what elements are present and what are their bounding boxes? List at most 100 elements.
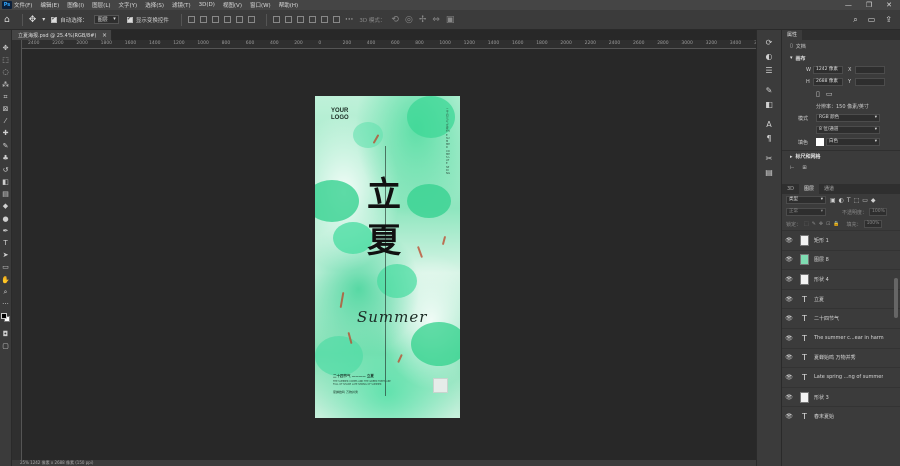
- layer-row[interactable]: 👁 T The summer c...ear in harm: [782, 327, 900, 348]
- layer-row[interactable]: 👁 T 夏蝉始鸣 万物并秀: [782, 347, 900, 368]
- 3d-rotate-icon[interactable]: ⟲: [391, 15, 399, 25]
- maximize-button[interactable]: ❐: [866, 1, 872, 9]
- align-left-icon[interactable]: [187, 16, 195, 23]
- close-icon[interactable]: ×: [102, 32, 107, 39]
- clone-stamp-tool-icon[interactable]: ♣: [0, 152, 12, 164]
- properties-panel-icon[interactable]: ☰: [765, 64, 772, 78]
- visibility-eye-icon[interactable]: 👁: [782, 296, 796, 303]
- menu-filter[interactable]: 滤镜(T): [172, 1, 191, 9]
- menu-3d[interactable]: 3D(D): [199, 2, 215, 8]
- healing-brush-tool-icon[interactable]: ✚: [0, 127, 12, 139]
- tab-3d[interactable]: 3D: [782, 184, 799, 194]
- blend-mode-dropdown[interactable]: 正常: [786, 208, 826, 216]
- menu-view[interactable]: 视图(V): [223, 1, 242, 9]
- layer-fill-field[interactable]: 100%: [863, 220, 882, 228]
- fill-color-swatch[interactable]: [816, 138, 824, 146]
- distribute-icon[interactable]: [296, 16, 304, 23]
- visibility-eye-icon[interactable]: 👁: [782, 237, 796, 244]
- libraries-panel-icon[interactable]: ▤: [765, 166, 773, 180]
- path-selection-tool-icon[interactable]: ➤: [0, 249, 12, 261]
- layer-filter-dropdown[interactable]: 类型: [786, 196, 826, 204]
- quick-mask-icon[interactable]: ◘: [0, 328, 12, 340]
- rectangle-tool-icon[interactable]: ▭: [0, 261, 12, 273]
- layer-row[interactable]: 👁 形状 3: [782, 386, 900, 407]
- align-right-icon[interactable]: [211, 16, 219, 23]
- marquee-tool-icon[interactable]: ⬚: [0, 54, 12, 66]
- align-bottom-icon[interactable]: [247, 16, 255, 23]
- history-panel-icon[interactable]: ⟳: [766, 36, 773, 50]
- eraser-tool-icon[interactable]: ◧: [0, 176, 12, 188]
- distribute-icon[interactable]: [308, 16, 316, 23]
- distribute-icon[interactable]: [332, 16, 340, 23]
- poster-canvas[interactable]: YOUR LOGO 二十四节气 立夏 THE SUMMER COMES LATE…: [315, 96, 460, 418]
- visibility-eye-icon[interactable]: 👁: [782, 276, 796, 283]
- canvas-section-header[interactable]: ▾ 画布: [782, 52, 900, 64]
- move-tool-icon[interactable]: ✥: [29, 15, 37, 25]
- menu-layer[interactable]: 图层(L): [92, 1, 110, 9]
- grid-icon[interactable]: ⊞: [802, 165, 806, 171]
- x-field[interactable]: [855, 66, 885, 74]
- visibility-eye-icon[interactable]: 👁: [782, 315, 796, 322]
- mode-dropdown[interactable]: RGB 颜色: [816, 114, 880, 122]
- home-icon[interactable]: ⌂: [4, 15, 10, 25]
- distribute-icon[interactable]: [284, 16, 292, 23]
- layer-row[interactable]: 👁 T 立夏: [782, 288, 900, 309]
- visibility-eye-icon[interactable]: 👁: [782, 354, 796, 361]
- move-tool-icon[interactable]: ✥: [0, 42, 12, 54]
- more-tools-icon[interactable]: ···: [0, 298, 12, 310]
- layer-row[interactable]: 👁 矩形 1: [782, 230, 900, 250]
- layer-comps-icon[interactable]: ◧: [765, 98, 773, 112]
- portrait-icon[interactable]: ▯: [816, 90, 820, 98]
- visibility-eye-icon[interactable]: 👁: [782, 256, 796, 263]
- align-middle-icon[interactable]: [235, 16, 243, 23]
- screen-mode-icon[interactable]: ▢: [0, 340, 12, 352]
- 3d-slide-icon[interactable]: ⇔: [432, 15, 440, 25]
- type-tool-icon[interactable]: T: [0, 237, 12, 249]
- distribute-icon[interactable]: [320, 16, 328, 23]
- zoom-tool-icon[interactable]: ⌕: [0, 286, 12, 298]
- tab-layers[interactable]: 图层: [799, 184, 820, 194]
- crop-tool-icon[interactable]: ⌗: [0, 91, 12, 103]
- brush-settings-icon[interactable]: ✎: [766, 84, 773, 98]
- layer-row[interactable]: 👁 形状 4: [782, 269, 900, 289]
- lock-icons[interactable]: ⬚✎✥⊡🔒: [804, 221, 843, 227]
- opacity-field[interactable]: 100%: [869, 208, 888, 216]
- adjustments-panel-icon[interactable]: ◐: [766, 50, 773, 64]
- rulers-grid-section-header[interactable]: ▸ 标尺和网格: [782, 150, 900, 162]
- layers-scrollbar[interactable]: [894, 278, 898, 318]
- brush-tool-icon[interactable]: ✎: [0, 140, 12, 152]
- landscape-icon[interactable]: ▭: [826, 90, 833, 98]
- foreground-color-swatch[interactable]: [0, 313, 7, 320]
- filter-icons[interactable]: ▣◐T⬚▭◆: [830, 197, 879, 204]
- more-options-icon[interactable]: ···: [345, 15, 354, 25]
- menu-type[interactable]: 文字(Y): [119, 1, 138, 9]
- auto-select-checkbox[interactable]: [51, 15, 58, 23]
- visibility-eye-icon[interactable]: 👁: [782, 335, 796, 342]
- 3d-scale-icon[interactable]: ▣: [446, 15, 455, 25]
- tools-preset-icon[interactable]: ✂: [766, 152, 773, 166]
- 3d-roll-icon[interactable]: ◎: [405, 15, 413, 25]
- ruler-icon[interactable]: ⊢: [790, 165, 794, 171]
- layer-row[interactable]: 👁 T 二十四节气: [782, 308, 900, 328]
- menu-image[interactable]: 图像(I): [67, 1, 84, 9]
- visibility-eye-icon[interactable]: 👁: [782, 394, 796, 401]
- share-icon[interactable]: ⇪: [885, 15, 892, 25]
- 3d-pan-icon[interactable]: ✢: [419, 15, 427, 25]
- blur-tool-icon[interactable]: ◆: [0, 200, 12, 212]
- auto-select-dropdown[interactable]: 图层: [93, 15, 119, 24]
- visibility-eye-icon[interactable]: 👁: [782, 413, 796, 420]
- close-button[interactable]: ✕: [886, 1, 892, 9]
- layer-row[interactable]: 👁 图层 8: [782, 249, 900, 270]
- menu-window[interactable]: 窗口(W): [250, 1, 271, 9]
- paragraph-panel-icon[interactable]: ¶: [766, 132, 771, 146]
- distribute-icon[interactable]: [272, 16, 280, 23]
- character-panel-icon[interactable]: A: [766, 118, 771, 132]
- workspace-icon[interactable]: ▭: [868, 15, 876, 25]
- layer-row[interactable]: 👁 T 春末夏始: [782, 406, 900, 426]
- minimize-button[interactable]: —: [845, 1, 852, 9]
- menu-help[interactable]: 帮助(H): [279, 1, 298, 9]
- hand-tool-icon[interactable]: ✋: [0, 274, 12, 286]
- chevron-down-icon[interactable]: ▾: [42, 16, 45, 23]
- frame-tool-icon[interactable]: ⊠: [0, 103, 12, 115]
- dodge-tool-icon[interactable]: ●: [0, 213, 12, 225]
